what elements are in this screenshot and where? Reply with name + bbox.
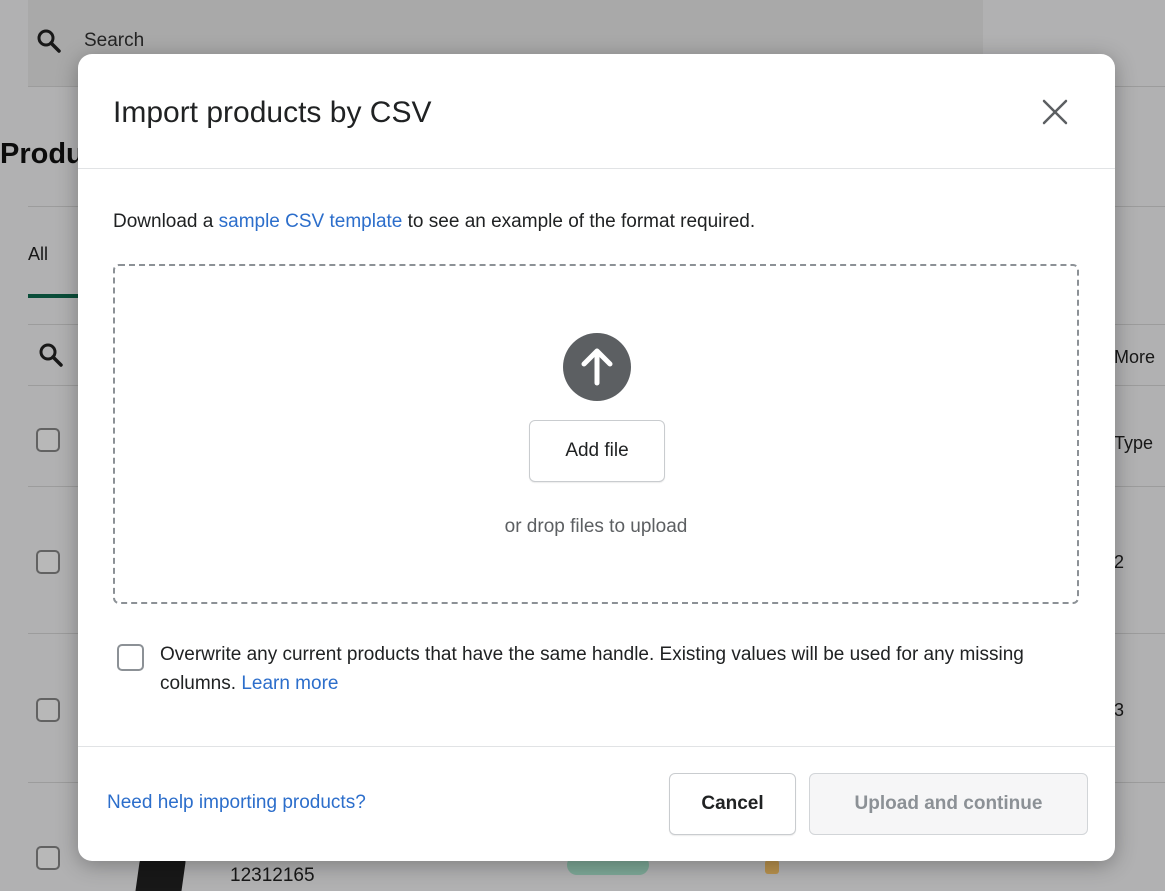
modal-body: Download a sample CSV template to see an… [78, 169, 1115, 746]
cancel-button[interactable]: Cancel [669, 773, 796, 835]
help-importing-link[interactable]: Need help importing products? [107, 792, 366, 814]
instructions-text: Download a sample CSV template to see an… [113, 211, 755, 233]
overwrite-label: Overwrite any current products that have… [160, 640, 1060, 698]
sample-csv-template-link[interactable]: sample CSV template [219, 211, 403, 232]
file-drop-zone[interactable]: Add file or drop files to upload [113, 264, 1079, 604]
learn-more-link[interactable]: Learn more [241, 673, 338, 694]
import-csv-modal: Import products by CSV Download a sample… [78, 54, 1115, 861]
modal-title: Import products by CSV [113, 96, 432, 129]
drop-files-hint: or drop files to upload [504, 516, 688, 537]
modal-footer: Need help importing products? Cancel Upl… [78, 746, 1115, 861]
overwrite-checkbox[interactable] [117, 644, 144, 671]
close-icon [1042, 99, 1068, 125]
instructions-suffix: to see an example of the format required… [402, 211, 756, 232]
close-button[interactable] [1036, 93, 1074, 131]
upload-and-continue-button[interactable]: Upload and continue [809, 773, 1088, 835]
add-file-button[interactable]: Add file [529, 420, 665, 482]
modal-header: Import products by CSV [78, 54, 1115, 169]
instructions-prefix: Download a [113, 211, 219, 232]
upload-arrow-icon [562, 332, 632, 402]
